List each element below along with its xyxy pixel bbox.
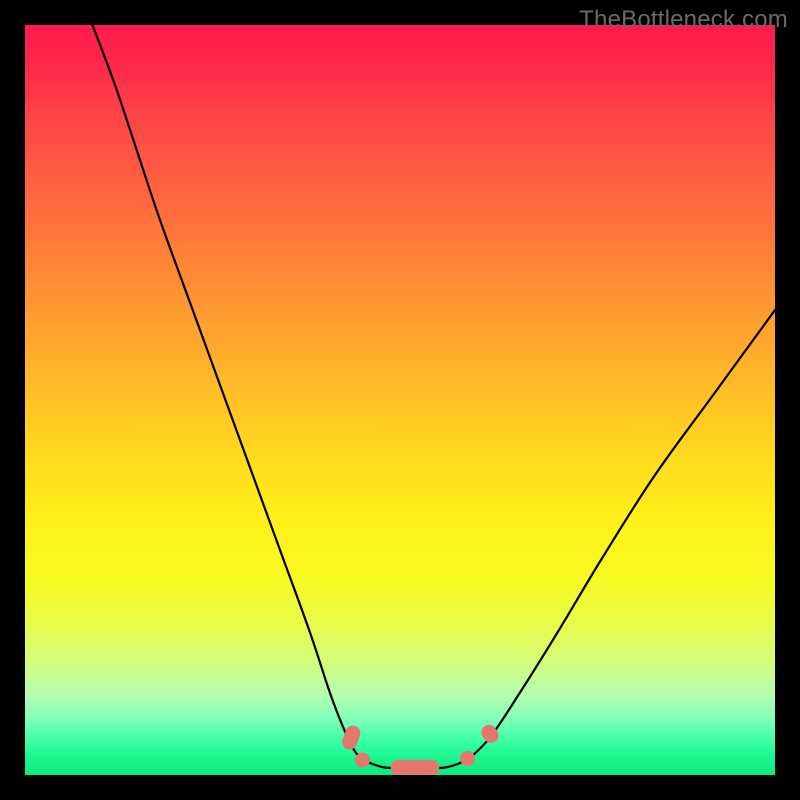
plot-area <box>25 25 775 775</box>
bottleneck-line <box>93 25 776 768</box>
chart-frame: TheBottleneck.com <box>0 0 800 800</box>
bottleneck-curve <box>25 25 775 775</box>
watermark-text: TheBottleneck.com <box>579 6 788 34</box>
marker-capsule <box>391 760 440 775</box>
marker-capsule <box>457 748 478 769</box>
